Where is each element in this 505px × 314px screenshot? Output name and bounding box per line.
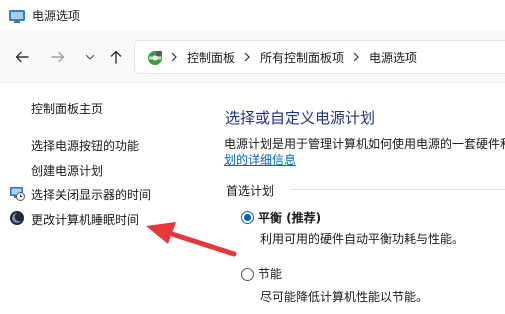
arrow-left-icon [15,51,29,63]
arrow-up-icon [110,50,122,64]
power-saver-plan-radio[interactable] [241,268,254,281]
chevron-right-icon [353,52,359,62]
page-description: 电源计划是用于管理计算机如何使用电源的一套硬件和 [224,137,505,151]
control-panel-icon [148,51,162,65]
breadcrumb-all-items[interactable]: 所有控制面板项 [260,49,344,66]
recent-locations-button[interactable] [80,47,100,67]
page-title: 选择或自定义电源计划 [225,109,376,127]
title-bar: 电源选项 [0,0,505,31]
breadcrumb-power-options[interactable]: 电源选项 [369,49,417,66]
chevron-right-icon [244,52,250,62]
display-clock-icon [10,187,25,201]
chevron-right-icon [171,52,177,62]
sidebar-link-sleep-time[interactable]: 更改计算机睡眠时间 [31,211,139,228]
power-saver-plan-description: 尽可能降低计算机性能以节能。 [260,290,429,304]
plan-details-link[interactable]: 划的详细信息 [224,151,296,168]
power-options-icon [9,10,25,23]
navigation-bar: 控制面板 所有控制面板项 电源选项 [0,31,505,83]
up-button[interactable] [106,47,126,67]
forward-button[interactable] [48,47,68,67]
balanced-plan-name[interactable]: 平衡 (推荐) [258,209,321,226]
breadcrumb-control-panel[interactable]: 控制面板 [187,49,235,66]
power-saver-plan-name[interactable]: 节能 [258,265,282,282]
moon-sleep-icon [10,211,24,225]
back-button[interactable] [12,47,32,67]
sidebar-link-display-off[interactable]: 选择关闭显示器的时间 [31,186,151,203]
window-title: 电源选项 [32,9,81,23]
content-area: 控制面板主页 选择电源按钮的功能 创建电源计划 选择关闭显示器的时间 更改计算机… [0,83,505,314]
section-divider [290,189,505,190]
sidebar-home-link[interactable]: 控制面板主页 [31,100,103,117]
arrow-right-icon [51,51,65,63]
sidebar-link-create-plan[interactable]: 创建电源计划 [31,162,103,179]
preferred-plans-label: 首选计划 [226,184,275,198]
balanced-plan-radio[interactable] [241,211,254,224]
address-bar[interactable]: 控制面板 所有控制面板项 电源选项 [134,40,505,74]
sidebar-link-power-buttons[interactable]: 选择电源按钮的功能 [31,137,139,154]
balanced-plan-description: 利用可用的硬件自动平衡功耗与性能。 [260,232,465,246]
chevron-down-icon [85,54,95,60]
